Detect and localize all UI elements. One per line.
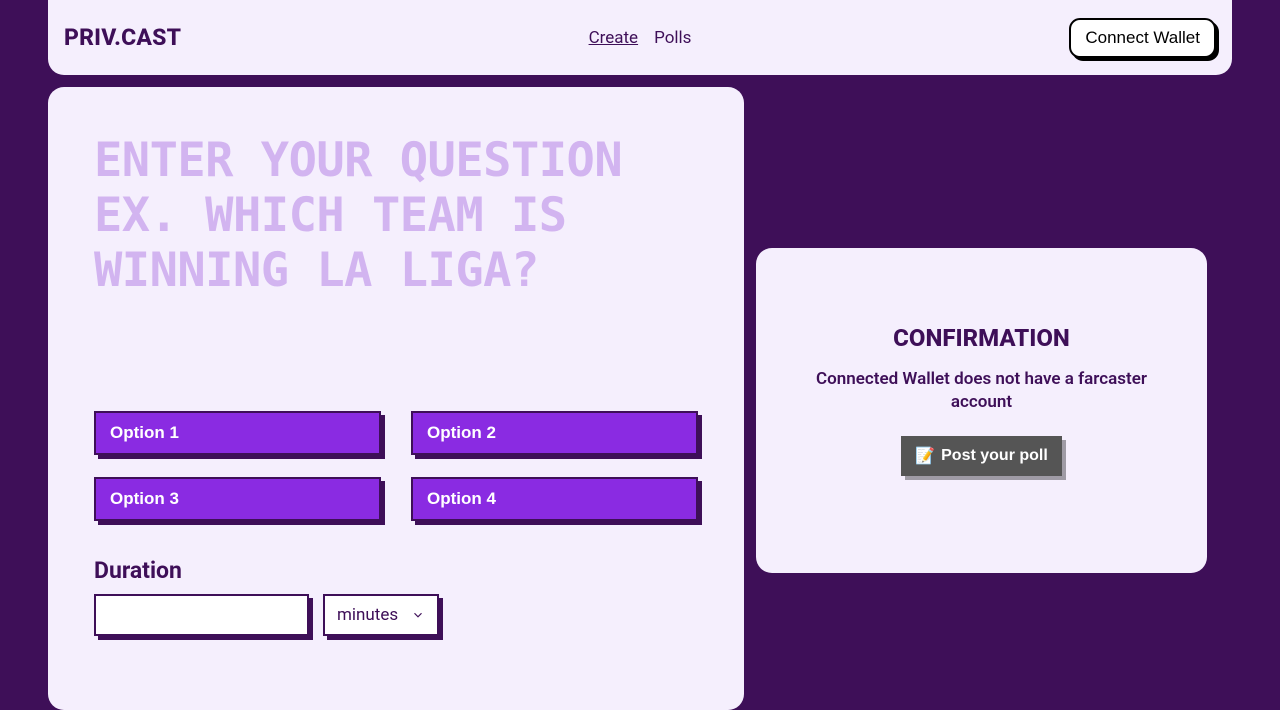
create-poll-card: Duration minutes — [48, 87, 744, 710]
post-poll-label: Post your poll — [941, 447, 1048, 465]
app-header: PRIV.CAST Create Polls Connect Wallet — [48, 0, 1232, 75]
main-nav: Create Polls — [448, 28, 832, 48]
option-4-input[interactable] — [411, 477, 698, 521]
pencil-note-icon: 📝 — [915, 446, 935, 466]
confirmation-message: Connected Wallet does not have a farcast… — [812, 368, 1152, 414]
header-actions: Connect Wallet — [832, 18, 1216, 58]
confirmation-title: CONFIRMATION — [893, 324, 1070, 352]
nav-create[interactable]: Create — [589, 28, 639, 48]
option-1-input[interactable] — [94, 411, 381, 455]
question-input[interactable] — [94, 133, 698, 363]
duration-row: minutes — [94, 594, 698, 636]
duration-input[interactable] — [94, 594, 309, 636]
connect-wallet-button[interactable]: Connect Wallet — [1069, 18, 1216, 58]
chevron-down-icon — [411, 608, 425, 622]
option-2-input[interactable] — [411, 411, 698, 455]
duration-unit-selected: minutes — [337, 605, 398, 625]
nav-polls[interactable]: Polls — [654, 28, 691, 48]
post-poll-button[interactable]: 📝 Post your poll — [901, 436, 1062, 476]
brand-logo: PRIV.CAST — [64, 24, 448, 51]
duration-label: Duration — [94, 557, 698, 584]
confirmation-card: CONFIRMATION Connected Wallet does not h… — [756, 248, 1207, 573]
main-content: Duration minutes CONFIRMATION Connected … — [0, 75, 1280, 710]
duration-unit-select[interactable]: minutes — [323, 594, 439, 636]
options-grid — [94, 411, 698, 521]
option-3-input[interactable] — [94, 477, 381, 521]
